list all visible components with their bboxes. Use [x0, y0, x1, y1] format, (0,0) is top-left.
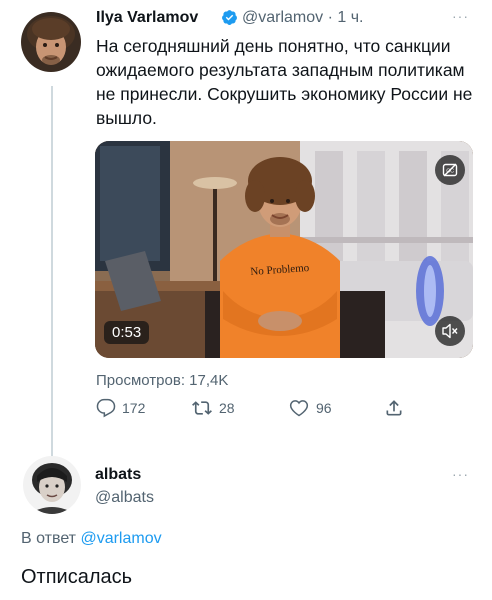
- reply-icon: [96, 398, 116, 418]
- handle-and-time[interactable]: @varlamov · 1 ч.: [242, 9, 364, 27]
- more-options-icon[interactable]: ···: [452, 8, 469, 24]
- reply-to-line: В ответ @varlamov: [21, 530, 162, 548]
- heart-icon: [289, 400, 309, 417]
- tweet-actions: 172 28 96: [96, 398, 426, 422]
- retweet-count: 28: [219, 400, 235, 416]
- like-count: 96: [316, 400, 332, 416]
- retweet-icon: [192, 401, 212, 415]
- retweet-button[interactable]: 28: [191, 398, 235, 418]
- view-count[interactable]: Просмотров: 17,4K: [96, 372, 228, 389]
- share-button[interactable]: [384, 398, 404, 418]
- reply-to-prefix: В ответ: [21, 530, 81, 547]
- svg-text:CC: CC: [446, 169, 454, 175]
- tweet-text: На сегодняшний день понятно, что санкции…: [96, 36, 473, 128]
- more-options-icon[interactable]: ···: [452, 466, 469, 482]
- like-button[interactable]: 96: [288, 398, 332, 418]
- video-frame: No Problemo: [95, 141, 473, 358]
- avatar[interactable]: [21, 12, 81, 72]
- share-icon: [386, 400, 402, 416]
- handle[interactable]: @albats: [95, 489, 154, 507]
- video-duration: 0:53: [104, 321, 150, 344]
- reply-to-mention[interactable]: @varlamov: [80, 530, 161, 547]
- tweet-text: Отписалась: [21, 566, 133, 588]
- captions-icon[interactable]: CC: [435, 155, 465, 185]
- video-player[interactable]: No Problemo 0:53 CC: [95, 141, 473, 358]
- reply-button[interactable]: 172: [96, 398, 145, 418]
- author-name[interactable]: Ilya Varlamov: [96, 9, 198, 27]
- avatar[interactable]: [23, 456, 81, 514]
- mute-icon[interactable]: [435, 316, 465, 346]
- verified-badge-icon: [222, 10, 237, 25]
- author-name[interactable]: albats: [95, 466, 141, 484]
- thread-line: [51, 86, 53, 458]
- reply-count: 172: [122, 400, 146, 416]
